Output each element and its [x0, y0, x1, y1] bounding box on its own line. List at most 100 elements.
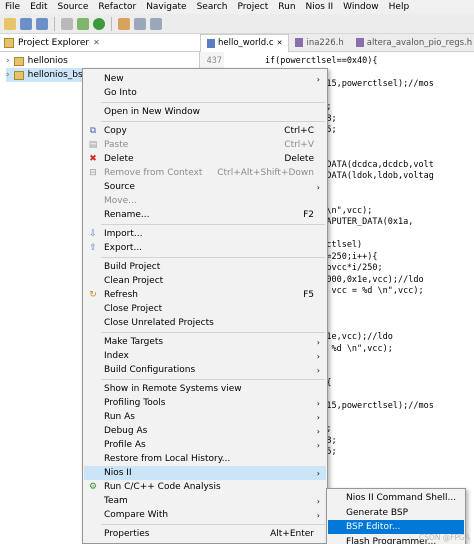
- menu-nios-ii[interactable]: Nios II: [301, 2, 339, 12]
- menu-item-label: Rename...: [104, 210, 150, 220]
- menu-item-close-project[interactable]: Close Project: [84, 302, 326, 316]
- chevron-right-icon: ›: [316, 440, 320, 450]
- toolbar-separator: [54, 16, 55, 31]
- menu-item-open-in-new-window[interactable]: Open in New Window: [84, 105, 326, 119]
- menu-item-label: Build Configurations: [104, 365, 196, 375]
- menu-refactor[interactable]: Refactor: [93, 2, 141, 12]
- menu-item-rename[interactable]: Rename... F2: [84, 208, 326, 222]
- chevron-right-icon: ›: [316, 496, 320, 506]
- menu-item-build-project[interactable]: Build Project: [84, 260, 326, 274]
- export-icon: ⇧: [89, 243, 97, 253]
- menu-item-nios-ii[interactable]: Nios II ›: [84, 466, 326, 480]
- menu-source[interactable]: Source: [53, 2, 94, 12]
- menu-item-refresh[interactable]: ↻ Refresh F5: [84, 288, 326, 302]
- menu-item-clean-project[interactable]: Clean Project: [84, 274, 326, 288]
- menu-item-label: Paste: [104, 140, 129, 150]
- menu-item-label: Move...: [104, 196, 137, 206]
- search-icon[interactable]: [118, 17, 130, 30]
- tab-ina226[interactable]: ina226.h: [289, 34, 349, 52]
- toolbar: [0, 14, 474, 34]
- menu-item-close-unrelated-projects[interactable]: Close Unrelated Projects: [84, 316, 326, 330]
- menu-item-export[interactable]: ⇧ Export...: [84, 241, 326, 255]
- menu-item-delete[interactable]: ✖ Delete Delete: [84, 152, 326, 166]
- menu-item-label: Index: [104, 351, 129, 361]
- close-icon[interactable]: ✕: [277, 34, 283, 52]
- menu-item-debug-as[interactable]: Debug As ›: [84, 424, 326, 438]
- tab-label: hello_world.c: [218, 38, 274, 48]
- menu-bar: File Edit Source Refactor Navigate Search Proj…: [0, 0, 474, 14]
- menu-item-new[interactable]: New ›: [84, 72, 326, 86]
- menu-item-copy[interactable]: ⧉ Copy Ctrl+C: [84, 124, 326, 138]
- menu-item-compare-with[interactable]: Compare With ›: [84, 508, 326, 522]
- menu-item-paste[interactable]: ▤ Paste Ctrl+V: [84, 138, 326, 152]
- menu-item-label: Properties: [104, 529, 150, 539]
- tab-hello-world[interactable]: hello_world.c ✕: [200, 33, 290, 52]
- menu-run[interactable]: Run: [273, 2, 300, 12]
- save-icon[interactable]: [20, 17, 32, 30]
- menu-search[interactable]: Search: [192, 2, 233, 12]
- menu-item-label: Make Targets: [104, 337, 164, 347]
- tree-item-hellonios[interactable]: › hellonios: [6, 54, 68, 68]
- menu-item-shortcut: Delete: [284, 154, 314, 164]
- code-line: 437 if(powerctlsel==0x40){: [200, 56, 474, 67]
- nav-back-icon[interactable]: [134, 17, 146, 30]
- menu-item-label: Profile As: [104, 440, 146, 450]
- tree-item-label: hellonios: [27, 56, 68, 66]
- close-icon[interactable]: ✕: [93, 38, 100, 47]
- menu-item-import[interactable]: ⇩ Import...: [84, 227, 326, 241]
- remove-icon: ⊟: [89, 168, 97, 178]
- menu-item-properties[interactable]: Properties Alt+Enter: [84, 527, 326, 541]
- chevron-right-icon: ›: [316, 398, 320, 408]
- project-explorer-tab[interactable]: Project Explorer ✕: [0, 34, 200, 52]
- menu-item-profiling-tools[interactable]: Profiling Tools ›: [84, 396, 326, 410]
- menu-item-shortcut: Ctrl+C: [284, 126, 314, 136]
- menu-item-label: Nios II: [104, 468, 132, 478]
- menu-item-label: Go Into: [104, 88, 137, 98]
- menu-item-index[interactable]: Index ›: [84, 349, 326, 363]
- menu-item-label: Run C/C++ Code Analysis: [104, 482, 221, 492]
- save-all-icon[interactable]: [36, 17, 48, 30]
- menu-item-team[interactable]: Team ›: [84, 494, 326, 508]
- menu-item-label: Run As: [104, 412, 135, 422]
- menu-item-shortcut: Alt+Enter: [270, 529, 314, 539]
- menu-item-show-in-remote-systems-view[interactable]: Show in Remote Systems view: [84, 382, 326, 396]
- menu-item-go-into[interactable]: Go Into: [84, 86, 326, 100]
- menu-item-label: New: [104, 74, 124, 84]
- chevron-right-icon: ›: [316, 182, 320, 192]
- menu-item-run-as[interactable]: Run As ›: [84, 410, 326, 424]
- h-file-icon: [295, 38, 304, 47]
- chevron-right-icon[interactable]: ›: [6, 70, 10, 80]
- tree-item-label: hellonios_bsp: [27, 70, 89, 80]
- tree-item-hellonios-bsp[interactable]: › hellonios_bsp: [6, 68, 92, 82]
- new-file-icon[interactable]: [4, 17, 16, 30]
- menu-item-profile-as[interactable]: Profile As ›: [84, 438, 326, 452]
- menu-item-source[interactable]: Source ›: [84, 180, 326, 194]
- nav-forward-icon[interactable]: [150, 17, 162, 30]
- menu-file[interactable]: File: [0, 2, 25, 12]
- build-icon[interactable]: [61, 17, 73, 30]
- submenu-item-bsp-editor[interactable]: BSP Editor...: [328, 520, 464, 534]
- menu-edit[interactable]: Edit: [25, 2, 52, 12]
- menu-item-move[interactable]: Move...: [84, 194, 326, 208]
- menu-project[interactable]: Project: [232, 2, 273, 12]
- menu-item-run-c-c-code-analysis[interactable]: ⚙ Run C/C++ Code Analysis: [84, 480, 326, 494]
- menu-item-shortcut: Ctrl+Alt+Shift+Down: [217, 168, 314, 178]
- submenu-item-generate-bsp[interactable]: Generate BSP: [328, 506, 464, 520]
- menu-item-make-targets[interactable]: Make Targets ›: [84, 335, 326, 349]
- menu-item-build-configurations[interactable]: Build Configurations ›: [84, 363, 326, 377]
- run-icon[interactable]: [93, 17, 105, 30]
- submenu-item-nios-ii-command-shell[interactable]: Nios II Command Shell...: [328, 491, 464, 505]
- editor-tab-bar: hello_world.c ✕ ina226.h altera_avalon_p…: [200, 33, 474, 52]
- menu-item-label: Open in New Window: [104, 107, 200, 117]
- menu-item-shortcut: F5: [303, 290, 314, 300]
- tab-altera-pio[interactable]: altera_avalon_pio_regs.h: [350, 34, 474, 52]
- menu-item-restore-from-local-history[interactable]: Restore from Local History...: [84, 452, 326, 466]
- debug-icon[interactable]: [77, 17, 89, 30]
- menu-separator: [101, 102, 325, 103]
- menu-help[interactable]: Help: [384, 2, 415, 12]
- chevron-right-icon[interactable]: ›: [6, 56, 10, 66]
- menu-navigate[interactable]: Navigate: [141, 2, 191, 12]
- project-explorer-title: Project Explorer: [18, 37, 90, 48]
- menu-item-remove-from-context[interactable]: ⊟ Remove from Context Ctrl+Alt+Shift+Down: [84, 166, 326, 180]
- menu-window[interactable]: Window: [338, 2, 384, 12]
